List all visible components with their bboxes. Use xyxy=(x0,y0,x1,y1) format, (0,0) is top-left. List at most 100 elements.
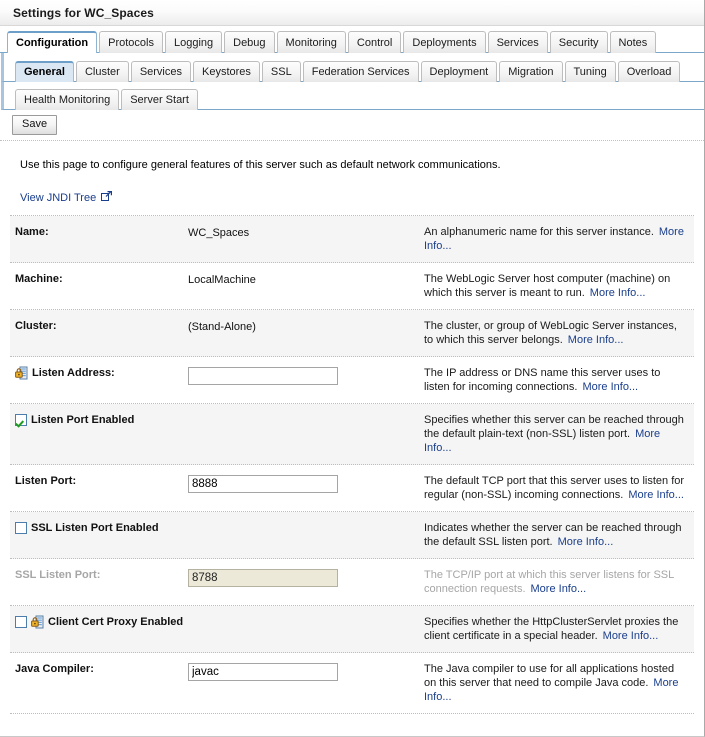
row-label-cell: Machine: xyxy=(10,272,188,287)
lock-restart-icon xyxy=(15,366,28,380)
row-label: Name: xyxy=(15,225,49,240)
checkbox-listen-port-enabled[interactable] xyxy=(15,414,27,426)
tab-deployments[interactable]: Deployments xyxy=(403,31,485,53)
input-java-compiler[interactable] xyxy=(188,663,338,681)
row-value-cell xyxy=(188,474,424,493)
more-info-link[interactable]: More Info... xyxy=(603,630,659,642)
row-label-cell: Listen Port Enabled xyxy=(10,413,424,428)
tab-label: Configuration xyxy=(16,37,88,49)
tab-configuration[interactable]: Configuration xyxy=(7,31,97,53)
tab-keystores[interactable]: Keystores xyxy=(193,61,260,82)
tab-protocols[interactable]: Protocols xyxy=(99,31,163,53)
row-label-cell: Listen Address: xyxy=(10,366,188,381)
row-value-cell xyxy=(188,568,424,587)
tab-tuning[interactable]: Tuning xyxy=(565,61,616,82)
tab-notes[interactable]: Notes xyxy=(610,31,657,53)
more-info-link[interactable]: More Info... xyxy=(582,381,638,393)
more-info-link[interactable]: More Info... xyxy=(628,489,684,501)
tab-server-start[interactable]: Server Start xyxy=(121,89,198,110)
more-info-link[interactable]: More Info... xyxy=(531,583,587,595)
tab-label: Health Monitoring xyxy=(24,94,110,106)
row-value: WC_Spaces xyxy=(188,227,249,239)
input-listen-port[interactable] xyxy=(188,475,338,493)
settings-row-listen-port-enabled: Listen Port EnabledSpecifies whether thi… xyxy=(10,404,694,465)
tabstrip-tertiary: Health Monitoring Server Start xyxy=(1,82,704,110)
tab-label: Logging xyxy=(174,37,213,49)
page-title: Settings for WC_Spaces xyxy=(13,6,154,20)
tab-label: Overload xyxy=(627,66,672,78)
tab-services[interactable]: Services xyxy=(488,31,548,53)
row-label-cell: Cluster: xyxy=(10,319,188,334)
more-info-link[interactable]: More Info... xyxy=(558,536,614,548)
tabstrip-primary: Configuration Protocols Logging Debug Monito… xyxy=(0,26,704,53)
row-label: Java Compiler: xyxy=(15,662,94,677)
tab-label: Notes xyxy=(619,37,648,49)
row-description: An alphanumeric name for this server ins… xyxy=(424,226,654,238)
row-value-cell: WC_Spaces xyxy=(188,225,424,241)
tab-ssl[interactable]: SSL xyxy=(262,61,301,82)
row-label: Listen Address: xyxy=(32,366,115,381)
more-info-link[interactable]: More Info... xyxy=(568,334,624,346)
tab-overload[interactable]: Overload xyxy=(618,61,681,82)
tab-logging[interactable]: Logging xyxy=(165,31,222,53)
row-label: Machine: xyxy=(15,272,63,287)
settings-page: Settings for WC_Spaces Configuration Prot… xyxy=(0,0,705,737)
tab-label: Debug xyxy=(233,37,265,49)
row-description-cell: Indicates whether the server can be reac… xyxy=(424,521,694,549)
row-label: SSL Listen Port Enabled xyxy=(31,521,159,536)
tab-general[interactable]: General xyxy=(15,61,74,82)
row-description: Indicates whether the server can be reac… xyxy=(424,522,681,548)
intro-block: Use this page to configure general featu… xyxy=(0,141,704,204)
checkbox-ssl-listen-port-enabled[interactable] xyxy=(15,522,27,534)
tab-label: Services xyxy=(140,66,182,78)
tab-federation-services[interactable]: Federation Services xyxy=(303,61,419,82)
view-jndi-tree-link[interactable]: View JNDI Tree xyxy=(20,192,96,204)
tabstrip-secondary: General Cluster Services Keystores SSL Federa… xyxy=(1,53,704,82)
tab-cluster[interactable]: Cluster xyxy=(76,61,129,82)
tabs-tertiary: Health Monitoring Server Start xyxy=(15,82,704,109)
tab-migration[interactable]: Migration xyxy=(499,61,562,82)
tab-label: Services xyxy=(497,37,539,49)
settings-row-client-cert-proxy-enabled: Client Cert Proxy EnabledSpecifies wheth… xyxy=(10,606,694,653)
row-value: LocalMachine xyxy=(188,274,256,286)
tab-deployment[interactable]: Deployment xyxy=(421,61,498,82)
row-label: SSL Listen Port: xyxy=(15,568,100,583)
settings-row-java-compiler: Java Compiler: The Java compiler to use f… xyxy=(10,653,694,714)
row-label-cell: SSL Listen Port Enabled xyxy=(10,521,424,536)
tab-label: Cluster xyxy=(85,66,120,78)
tab-label: Migration xyxy=(508,66,553,78)
tab-health-monitoring[interactable]: Health Monitoring xyxy=(15,89,119,110)
settings-row-ssl-listen-port-enabled: SSL Listen Port Enabled Indicates whether… xyxy=(10,512,694,559)
row-value: (Stand-Alone) xyxy=(188,321,256,333)
tab-security[interactable]: Security xyxy=(550,31,608,53)
row-description-cell: Specifies whether this server can be rea… xyxy=(424,413,694,455)
tab-control[interactable]: Control xyxy=(348,31,401,53)
tab-debug[interactable]: Debug xyxy=(224,31,274,53)
tab-label: Keystores xyxy=(202,66,251,78)
row-value-cell: (Stand-Alone) xyxy=(188,319,424,335)
lock-restart-icon xyxy=(31,615,44,629)
tab-label: SSL xyxy=(271,66,292,78)
row-value-cell xyxy=(188,366,424,385)
row-description-cell: The Java compiler to use for all applica… xyxy=(424,662,694,704)
settings-row-cluster: Cluster:(Stand-Alone)The cluster, or gro… xyxy=(10,310,694,357)
tab-label: Monitoring xyxy=(286,37,337,49)
tab-monitoring[interactable]: Monitoring xyxy=(277,31,346,53)
settings-row-listen-port: Listen Port:The default TCP port that th… xyxy=(10,465,694,512)
checkbox-client-cert-proxy-enabled[interactable] xyxy=(15,616,27,628)
tab-label: Deployments xyxy=(412,37,476,49)
row-label-cell: Listen Port: xyxy=(10,474,188,489)
save-button[interactable]: Save xyxy=(12,115,57,135)
settings-rows: Name: WC_Spaces An alphanumeric name for t… xyxy=(0,216,704,714)
row-description-cell: An alphanumeric name for this server ins… xyxy=(424,225,694,253)
tab-services[interactable]: Services xyxy=(131,61,191,82)
tab-label: General xyxy=(24,66,65,78)
tabs-primary: Configuration Protocols Logging Debug Monito… xyxy=(7,26,704,52)
more-info-link[interactable]: More Info... xyxy=(590,287,646,299)
external-link-icon xyxy=(101,191,112,202)
page-description: Use this page to configure general featu… xyxy=(20,158,704,172)
tabs-secondary: General Cluster Services Keystores SSL Federa… xyxy=(15,53,704,81)
row-label-cell: Java Compiler: xyxy=(10,662,188,677)
input-listen-address[interactable] xyxy=(188,367,338,385)
tab-label: Federation Services xyxy=(312,66,410,78)
